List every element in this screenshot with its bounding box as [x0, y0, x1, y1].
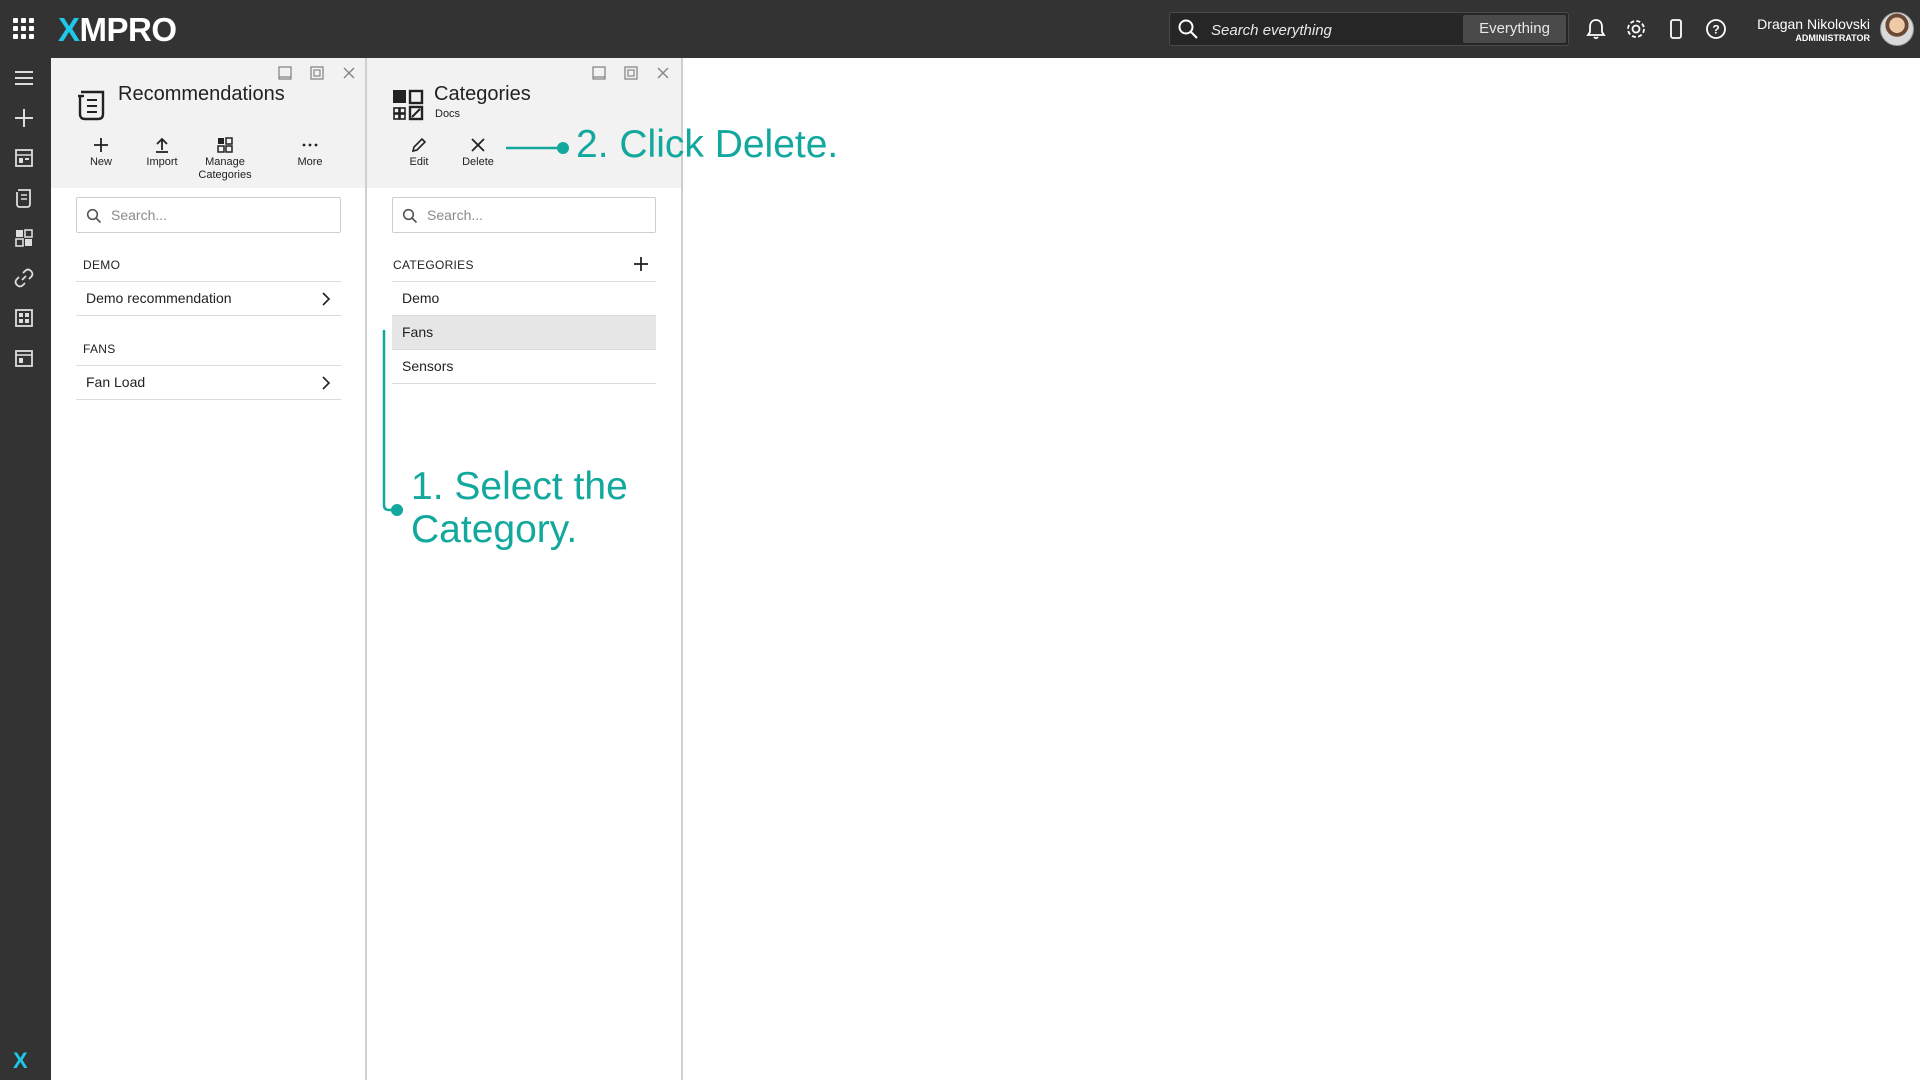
- step1-connector: [382, 330, 394, 512]
- annotation-step1-line1: 1. Select the: [411, 465, 628, 508]
- annotation-connectors: [382, 142, 569, 516]
- annotation-step1-line2: Category.: [411, 508, 578, 551]
- step2-marker: [557, 142, 569, 154]
- step1-marker: [391, 504, 403, 516]
- annotation-step2: 2. Click Delete.: [576, 123, 839, 166]
